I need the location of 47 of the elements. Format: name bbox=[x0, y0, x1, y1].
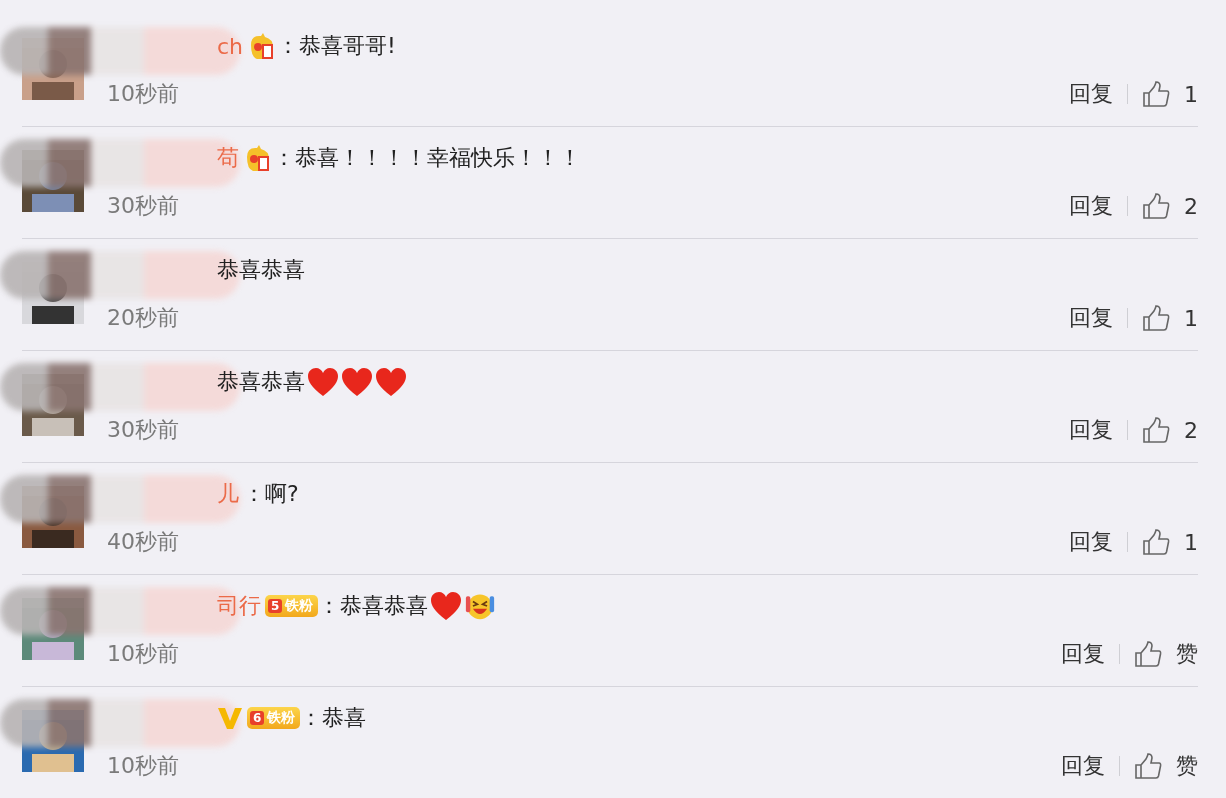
like-count: 2 bbox=[1184, 193, 1198, 219]
thumbs-up-icon[interactable] bbox=[1142, 193, 1170, 219]
timestamp: 10秒前 bbox=[107, 640, 179, 668]
thumbs-up-icon[interactable] bbox=[1142, 81, 1170, 107]
timestamp: 20秒前 bbox=[107, 304, 179, 332]
comment-text: 恭喜恭喜 bbox=[217, 368, 305, 396]
comment-text: 恭喜哥哥! bbox=[299, 32, 396, 60]
like-count: 1 bbox=[1184, 305, 1198, 331]
thumbs-up-icon[interactable] bbox=[1134, 753, 1162, 779]
thumbs-up-icon[interactable] bbox=[1142, 305, 1170, 331]
reply-link[interactable]: 回复 bbox=[1069, 79, 1113, 109]
comment-text: 恭喜恭喜 bbox=[340, 592, 429, 620]
colon: ： bbox=[277, 32, 300, 60]
comment-text: 恭喜恭喜 bbox=[217, 256, 305, 284]
timestamp: 10秒前 bbox=[107, 752, 179, 780]
comment-text: 啊? bbox=[265, 480, 299, 508]
fan-badge: 5 铁粉 bbox=[265, 595, 319, 617]
reply-link[interactable]: 回复 bbox=[1061, 639, 1105, 669]
heart-icon bbox=[307, 367, 339, 397]
thumbs-up-icon[interactable] bbox=[1142, 417, 1170, 443]
colon: ： bbox=[273, 144, 295, 172]
timestamp: 30秒前 bbox=[107, 192, 179, 220]
verified-icon bbox=[217, 706, 243, 730]
heart-icon bbox=[375, 367, 407, 397]
timestamp: 10秒前 bbox=[107, 80, 179, 108]
reply-link[interactable]: 回复 bbox=[1061, 751, 1105, 781]
heart-icon bbox=[341, 367, 373, 397]
like-count: 赞 bbox=[1176, 640, 1198, 668]
heart-icon bbox=[430, 591, 463, 621]
like-count: 1 bbox=[1184, 529, 1198, 555]
colon: ： bbox=[318, 592, 341, 620]
comment-text: 恭喜 bbox=[322, 704, 367, 732]
timestamp: 30秒前 bbox=[107, 416, 179, 444]
thumbs-up-icon[interactable] bbox=[1142, 529, 1170, 555]
like-count: 2 bbox=[1184, 417, 1198, 443]
fan-badge: 6 铁粉 bbox=[247, 707, 301, 729]
reply-link[interactable]: 回复 bbox=[1069, 415, 1113, 445]
colon: ： bbox=[243, 480, 265, 508]
like-count: 1 bbox=[1184, 81, 1198, 107]
comment-text: 恭喜！！！！幸福快乐！！！ bbox=[295, 144, 581, 172]
reply-link[interactable]: 回复 bbox=[1069, 527, 1113, 557]
reply-link[interactable]: 回复 bbox=[1069, 191, 1113, 221]
thumbs-up-icon[interactable] bbox=[1134, 641, 1162, 667]
timestamp: 40秒前 bbox=[107, 528, 179, 556]
like-count: 赞 bbox=[1176, 752, 1198, 780]
colon: ： bbox=[300, 704, 323, 732]
reply-link[interactable]: 回复 bbox=[1069, 303, 1113, 333]
